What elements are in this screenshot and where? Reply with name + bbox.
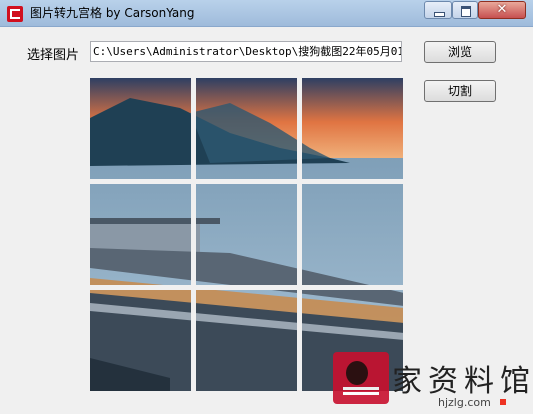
grid-tile-7: [90, 290, 191, 391]
watermark-url: hjzlg.com: [438, 396, 491, 409]
grid-tile-4: [90, 184, 191, 285]
close-button[interactable]: ✕: [478, 1, 526, 19]
watermark-logo: [333, 352, 389, 404]
grid-tile-1: [90, 78, 191, 179]
minimize-icon: [425, 2, 451, 18]
app-icon: [7, 6, 23, 22]
maximize-icon: [453, 2, 477, 18]
grid-tile-5: [196, 184, 297, 285]
grid-tile-8: [196, 290, 297, 391]
cut-button[interactable]: 切割: [424, 80, 496, 102]
app-window: 图片转九宫格 by CarsonYang ✕ 选择图片 C:\Users\Adm…: [0, 0, 533, 414]
minimize-button[interactable]: [424, 1, 452, 19]
watermark-dot: [500, 399, 506, 405]
image-path-input[interactable]: C:\Users\Administrator\Desktop\搜狗截图22年05…: [90, 41, 402, 62]
watermark-brand: 家资料馆: [392, 364, 533, 399]
browse-button[interactable]: 浏览: [424, 41, 496, 63]
grid-tile-6: [302, 184, 403, 285]
close-icon: ✕: [496, 2, 508, 17]
grid-tile-3: [302, 78, 403, 179]
select-image-label: 选择图片: [27, 48, 80, 63]
maximize-button[interactable]: [452, 1, 478, 19]
window-title: 图片转九宫格 by CarsonYang: [30, 6, 195, 20]
nine-grid-preview: [90, 78, 404, 392]
title-bar[interactable]: 图片转九宫格 by CarsonYang ✕: [0, 0, 533, 27]
grid-tile-2: [196, 78, 297, 179]
